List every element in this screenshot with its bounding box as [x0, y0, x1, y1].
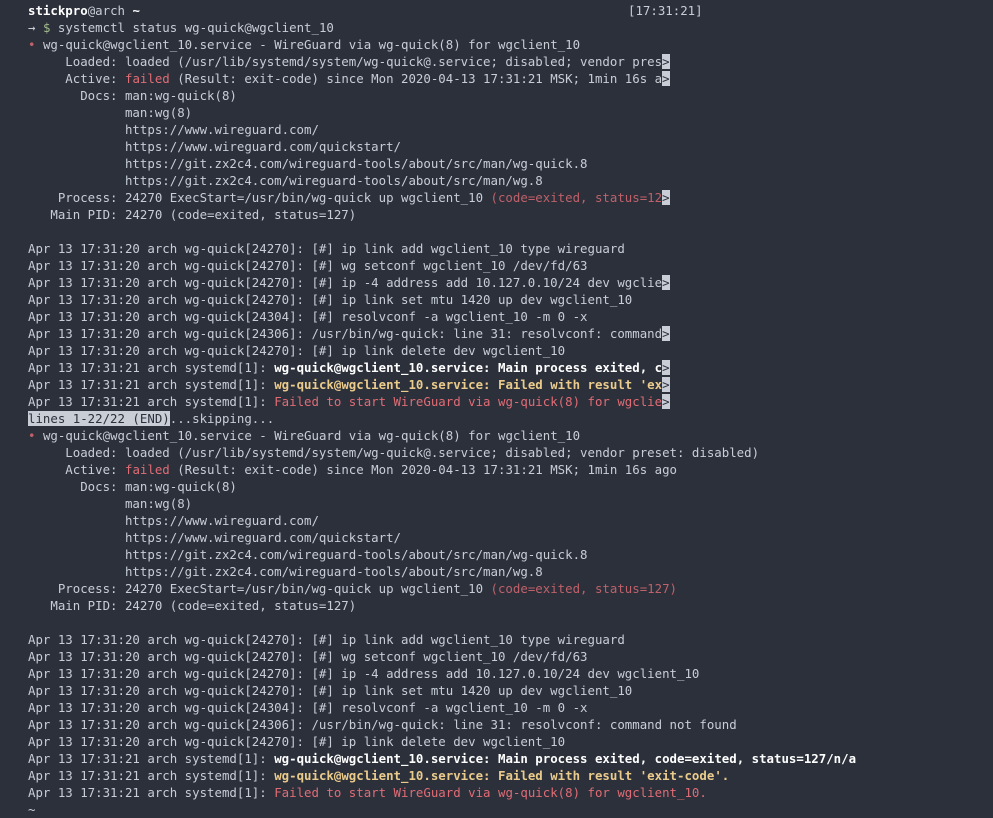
log-failed-start: Failed to start WireGuard via wg-quick(8…	[274, 394, 663, 409]
docs-line: Docs: man:wg-quick(8)	[28, 479, 237, 494]
loaded-line: Loaded: loaded (/usr/lib/systemd/system/…	[28, 445, 760, 460]
failed-dot-icon: •	[28, 428, 36, 443]
log-text: Apr 13 17:31:20 arch wg-quick[24270]: [#…	[28, 275, 663, 290]
prompt-time: [17:31:21]	[628, 3, 703, 18]
service-header: • wg-quick@wgclient_10.service - WireGua…	[28, 427, 993, 444]
active-rest: (Result: exit-code) since Mon 2020-04-13…	[169, 462, 678, 477]
prompt-host: @arch	[87, 3, 125, 18]
loaded-line: Loaded: loaded (/usr/lib/systemd/system/…	[28, 53, 993, 70]
process-text: Process: 24270 ExecStart=/usr/bin/wg-qui…	[28, 581, 491, 596]
log-prefix: Apr 13 17:31:21 arch systemd[1]:	[28, 785, 275, 800]
prompt-user: stickpro	[28, 3, 88, 18]
log-main-exit: wg-quick@wgclient_10.service: Main proce…	[274, 751, 857, 766]
pager-status: lines 1-22/22 (END)	[28, 411, 170, 426]
active-state: failed	[124, 71, 170, 86]
prompt-header: stickpro@arch ~ [17:31:21]	[28, 2, 993, 19]
docs-line: https://git.zx2c4.com/wireguard-tools/ab…	[28, 173, 543, 188]
log-line: Apr 13 17:31:21 arch systemd[1]: wg-quic…	[28, 750, 993, 767]
log-line: Apr 13 17:31:20 arch wg-quick[24270]: [#…	[28, 241, 625, 256]
log-failed-result: wg-quick@wgclient_10.service: Failed wit…	[274, 768, 730, 783]
log-line: Apr 13 17:31:21 arch systemd[1]: wg-quic…	[28, 376, 993, 393]
truncate-marker: >	[662, 71, 670, 86]
docs-line: Docs: man:wg-quick(8)	[28, 88, 237, 103]
mainpid-line: Main PID: 24270 (code=exited, status=127…	[28, 207, 357, 222]
truncate-marker: >	[662, 326, 670, 341]
log-line: Apr 13 17:31:20 arch wg-quick[24306]: /u…	[28, 717, 737, 732]
log-line: Apr 13 17:31:21 arch systemd[1]: wg-quic…	[28, 767, 993, 784]
truncate-marker: >	[662, 360, 670, 375]
active-label: Active:	[28, 462, 125, 477]
failed-dot-icon: •	[28, 37, 36, 52]
log-line: Apr 13 17:31:20 arch wg-quick[24270]: [#…	[28, 343, 566, 358]
log-failed-start: Failed to start WireGuard via wg-quick(8…	[274, 785, 707, 800]
active-label: Active:	[28, 71, 125, 86]
log-text: Apr 13 17:31:20 arch wg-quick[24306]: /u…	[28, 326, 663, 341]
process-line: Process: 24270 ExecStart=/usr/bin/wg-qui…	[28, 580, 993, 597]
log-line: Apr 13 17:31:20 arch wg-quick[24304]: [#…	[28, 700, 588, 715]
prompt-arrow-icon: →	[28, 20, 36, 35]
log-line: Apr 13 17:31:20 arch wg-quick[24270]: [#…	[28, 632, 625, 647]
docs-line: https://www.wireguard.com/quickstart/	[28, 139, 401, 154]
log-line: Apr 13 17:31:20 arch wg-quick[24306]: /u…	[28, 325, 993, 342]
log-line: Apr 13 17:31:20 arch wg-quick[24270]: [#…	[28, 258, 588, 273]
docs-line: man:wg(8)	[28, 496, 193, 511]
process-status: (code=exited, status=127)	[490, 581, 678, 596]
log-line: Apr 13 17:31:20 arch wg-quick[24270]: [#…	[28, 274, 993, 291]
active-line: Active: failed (Result: exit-code) since…	[28, 70, 993, 87]
log-prefix: Apr 13 17:31:21 arch systemd[1]:	[28, 377, 275, 392]
docs-line: https://git.zx2c4.com/wireguard-tools/ab…	[28, 564, 543, 579]
pager-tilde: ~	[28, 802, 36, 817]
truncate-marker: >	[662, 275, 670, 290]
log-failed-result: wg-quick@wgclient_10.service: Failed wit…	[274, 377, 663, 392]
docs-line: https://git.zx2c4.com/wireguard-tools/ab…	[28, 547, 588, 562]
process-status: (code=exited, status=12	[490, 190, 663, 205]
process-line: Process: 24270 ExecStart=/usr/bin/wg-qui…	[28, 189, 993, 206]
log-line: Apr 13 17:31:20 arch wg-quick[24270]: [#…	[28, 734, 566, 749]
docs-line: https://www.wireguard.com/	[28, 513, 319, 528]
log-line: Apr 13 17:31:20 arch wg-quick[24304]: [#…	[28, 309, 588, 324]
log-line: Apr 13 17:31:20 arch wg-quick[24270]: [#…	[28, 292, 633, 307]
active-line: Active: failed (Result: exit-code) since…	[28, 461, 993, 478]
active-rest: (Result: exit-code) since Mon 2020-04-13…	[169, 71, 663, 86]
command-line: → $ systemctl status wg-quick@wgclient_1…	[28, 19, 993, 36]
truncate-marker: >	[662, 190, 670, 205]
process-text: Process: 24270 ExecStart=/usr/bin/wg-qui…	[28, 190, 491, 205]
log-line: Apr 13 17:31:21 arch systemd[1]: Failed …	[28, 393, 993, 410]
truncate-marker: >	[662, 377, 670, 392]
log-prefix: Apr 13 17:31:21 arch systemd[1]:	[28, 360, 275, 375]
loaded-text: Loaded: loaded (/usr/lib/systemd/system/…	[28, 54, 663, 69]
docs-line: https://git.zx2c4.com/wireguard-tools/ab…	[28, 156, 588, 171]
truncate-marker: >	[662, 394, 670, 409]
docs-line: man:wg(8)	[28, 105, 193, 120]
docs-line: https://www.wireguard.com/	[28, 122, 319, 137]
docs-line: https://www.wireguard.com/quickstart/	[28, 530, 401, 545]
command-text: systemctl status wg-quick@wgclient_10	[57, 20, 334, 35]
log-line: Apr 13 17:31:20 arch wg-quick[24270]: [#…	[28, 649, 588, 664]
log-prefix: Apr 13 17:31:21 arch systemd[1]:	[28, 751, 275, 766]
terminal-window[interactable]: stickpro@arch ~ [17:31:21] → $ systemctl …	[0, 0, 993, 818]
pager-line: lines 1-22/22 (END)...skipping...	[28, 410, 993, 427]
log-prefix: Apr 13 17:31:21 arch systemd[1]:	[28, 394, 275, 409]
log-line: Apr 13 17:31:21 arch systemd[1]: Failed …	[28, 784, 993, 801]
log-line: Apr 13 17:31:20 arch wg-quick[24270]: [#…	[28, 666, 700, 681]
service-header: • wg-quick@wgclient_10.service - WireGua…	[28, 36, 993, 53]
truncate-marker: >	[662, 54, 670, 69]
pager-skipping: ...skipping...	[169, 411, 275, 426]
prompt-dollar: $	[42, 20, 51, 35]
log-line: Apr 13 17:31:21 arch systemd[1]: wg-quic…	[28, 359, 993, 376]
mainpid-line: Main PID: 24270 (code=exited, status=127…	[28, 598, 357, 613]
active-state: failed	[124, 462, 170, 477]
service-header-text: wg-quick@wgclient_10.service - WireGuard…	[42, 428, 581, 443]
prompt-dir: ~	[132, 3, 140, 18]
log-main-exit: wg-quick@wgclient_10.service: Main proce…	[274, 360, 663, 375]
service-header-text: wg-quick@wgclient_10.service - WireGuard…	[42, 37, 581, 52]
log-line: Apr 13 17:31:20 arch wg-quick[24270]: [#…	[28, 683, 633, 698]
log-prefix: Apr 13 17:31:21 arch systemd[1]:	[28, 768, 275, 783]
